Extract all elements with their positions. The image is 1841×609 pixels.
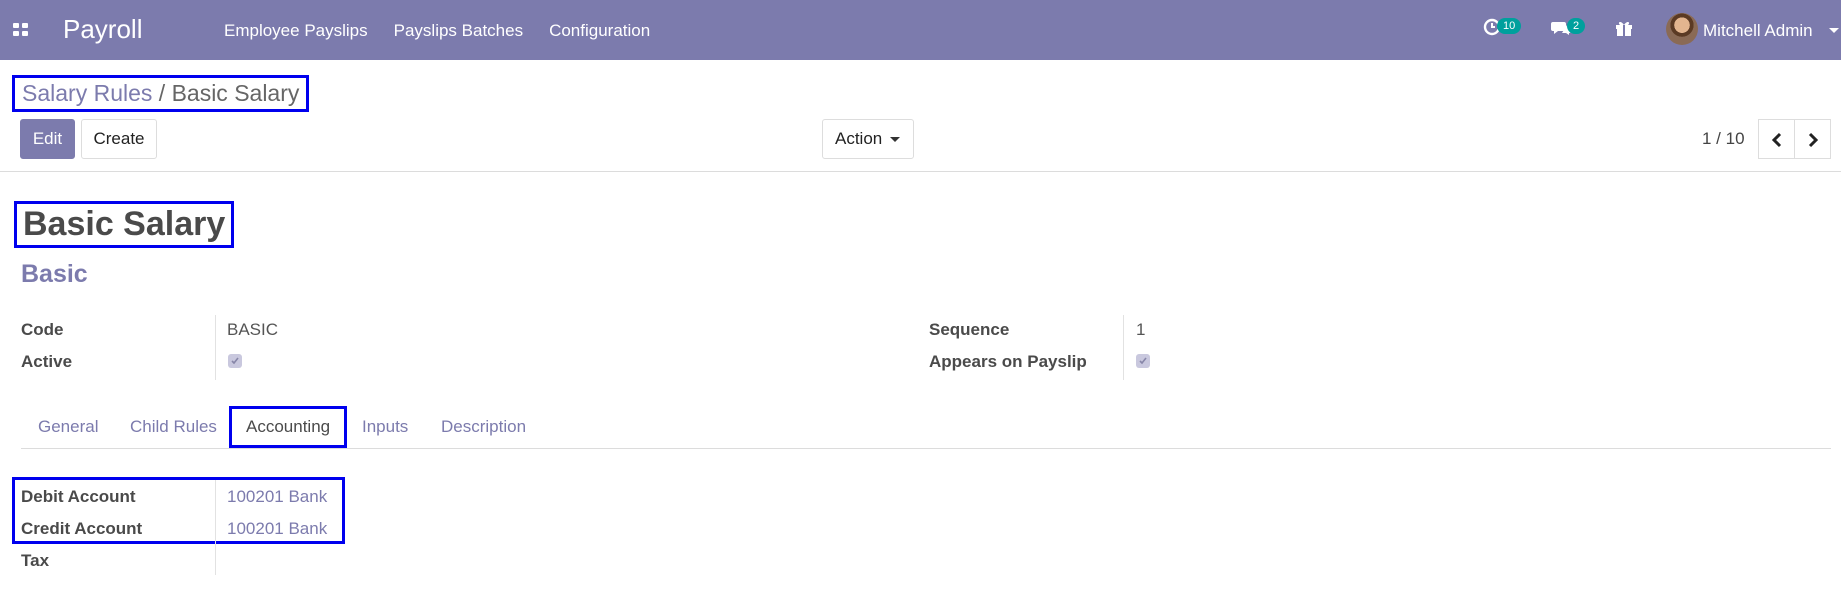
- field-label-active: Active: [21, 352, 73, 371]
- pager-previous-button[interactable]: [1758, 119, 1795, 159]
- checkmark-icon: [231, 357, 239, 365]
- tab-general[interactable]: General: [38, 406, 98, 448]
- action-label: Action: [835, 129, 883, 148]
- record-category[interactable]: Basic: [21, 260, 88, 289]
- breadcrumb: Salary Rules / Basic Salary: [12, 75, 310, 112]
- top-navbar: Payroll Employee Payslips Payslips Batch…: [0, 0, 1841, 60]
- field-label-sequence: Sequence: [929, 320, 1010, 339]
- field-value-sequence: 1: [1136, 320, 1146, 339]
- field-label-tax: Tax: [21, 551, 50, 570]
- record-title: Basic Salary: [14, 201, 235, 248]
- messages-badge: 2: [1567, 18, 1586, 34]
- credit-account-link[interactable]: 100201 Bank: [227, 519, 327, 539]
- accounting-fields-separator: [215, 480, 216, 575]
- field-label-code: Code: [21, 320, 64, 339]
- field-value-code: BASIC: [227, 320, 279, 339]
- edit-button[interactable]: Edit: [20, 119, 75, 159]
- chevron-right-icon: [1808, 132, 1819, 148]
- control-panel-divider: [0, 171, 1841, 172]
- apps-grid-icon[interactable]: [13, 23, 29, 37]
- active-checkbox: [228, 354, 242, 368]
- breadcrumb-current: Basic Salary: [171, 80, 300, 106]
- user-menu-caret-icon[interactable]: [1829, 28, 1839, 33]
- tab-child-rules[interactable]: Child Rules: [130, 406, 217, 448]
- action-caret-icon: [890, 137, 900, 142]
- menu-item-employee-payslips[interactable]: Employee Payslips: [224, 21, 368, 41]
- activity-badge: 10: [1497, 18, 1522, 34]
- tabs-underline: [21, 448, 1831, 449]
- tab-inputs[interactable]: Inputs: [362, 406, 408, 448]
- breadcrumb-separator: /: [158, 80, 166, 106]
- breadcrumb-link-salary-rules[interactable]: Salary Rules: [22, 80, 152, 106]
- user-avatar[interactable]: [1666, 13, 1698, 45]
- pager-next-button[interactable]: [1794, 119, 1831, 159]
- field-label-debit-account: Debit Account: [21, 487, 136, 506]
- chevron-left-icon: [1771, 132, 1782, 148]
- field-label-appears-on-payslip: Appears on Payslip: [929, 352, 1087, 371]
- user-name[interactable]: Mitchell Admin: [1703, 21, 1813, 41]
- tab-accounting[interactable]: Accounting: [229, 406, 348, 448]
- gift-icon[interactable]: [1615, 19, 1633, 42]
- app-title[interactable]: Payroll: [63, 14, 142, 45]
- create-button[interactable]: Create: [81, 119, 157, 159]
- debit-account-link[interactable]: 100201 Bank: [227, 487, 327, 507]
- pager-value[interactable]: 1 / 10: [1702, 129, 1745, 149]
- appears-on-payslip-checkbox: [1136, 354, 1150, 368]
- action-dropdown-button[interactable]: Action: [822, 119, 914, 159]
- menu-item-configuration[interactable]: Configuration: [549, 21, 650, 41]
- checkmark-icon: [1139, 357, 1147, 365]
- field-label-credit-account: Credit Account: [21, 519, 143, 538]
- left-fields-separator: [215, 315, 216, 380]
- main-menu: Employee Payslips Payslips Batches Confi…: [224, 21, 650, 41]
- menu-item-payslips-batches[interactable]: Payslips Batches: [394, 21, 523, 41]
- right-fields-separator: [1123, 315, 1124, 380]
- tab-description[interactable]: Description: [441, 406, 526, 448]
